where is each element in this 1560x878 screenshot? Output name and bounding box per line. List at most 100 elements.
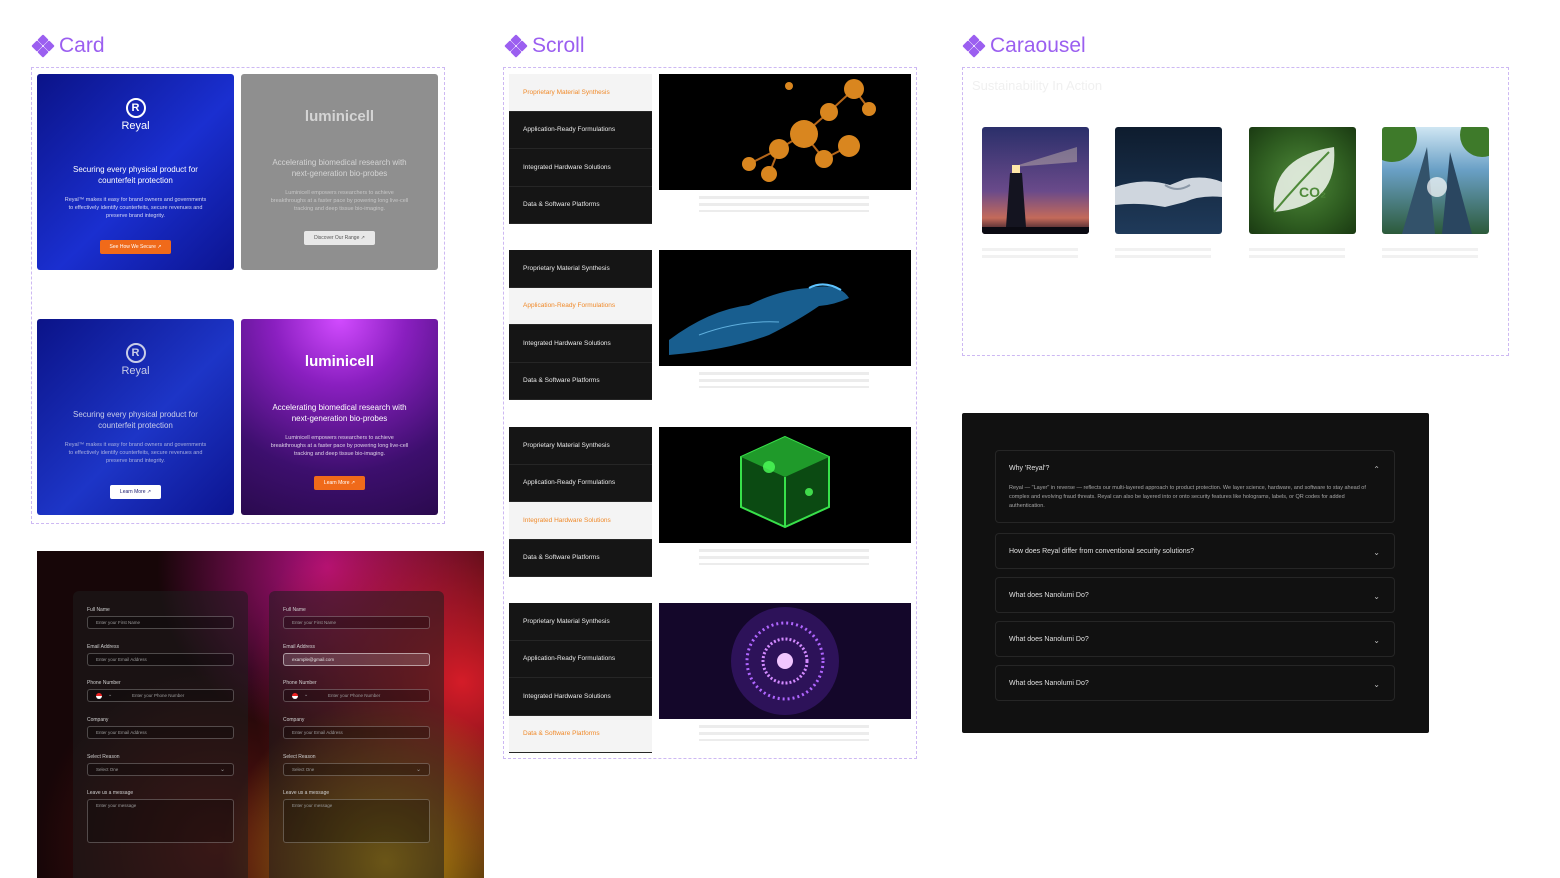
scroll-item-software[interactable]: Data & Software Platforms bbox=[509, 186, 652, 224]
scroll-item-formulations[interactable]: Application-Ready Formulations bbox=[509, 287, 652, 325]
scroll-item-formulations[interactable]: Application-Ready Formulations bbox=[509, 464, 652, 502]
chevron-down-icon: ⌄ bbox=[415, 767, 421, 773]
lighthouse-image[interactable] bbox=[982, 127, 1089, 234]
purple-orb-image bbox=[659, 603, 911, 719]
scroll-state-1: Proprietary Material Synthesis Applicati… bbox=[509, 74, 911, 224]
scroll-item-material-synthesis[interactable]: Proprietary Material Synthesis bbox=[509, 250, 652, 288]
caption-placeholder bbox=[1382, 248, 1478, 262]
discover-our-range-button[interactable]: Discover Our Range ↗ bbox=[304, 231, 375, 245]
faq-item-expanded[interactable]: Why 'Reyal'? ⌃ Reyal — "Layer" in revers… bbox=[995, 450, 1395, 523]
faq-question: How does Reyal differ from conventional … bbox=[1009, 548, 1195, 555]
reyal-logo-icon: R bbox=[125, 98, 146, 118]
card-headline: Securing every physical product for coun… bbox=[73, 410, 198, 430]
scroll-item-software[interactable]: Data & Software Platforms bbox=[509, 362, 652, 400]
faq-item[interactable]: What does Nanolumi Do? ⌄ bbox=[995, 621, 1395, 657]
reyal-card-inactive[interactable]: R Reyal Securing every physical product … bbox=[37, 319, 234, 515]
reyal-card-active[interactable]: R Reyal Securing every physical product … bbox=[37, 74, 234, 270]
chevron-down-icon: ⌄ bbox=[304, 692, 309, 698]
chevron-down-icon: ⌄ bbox=[108, 692, 113, 698]
carousel-section-title: Caraousel bbox=[962, 34, 1086, 58]
chevron-down-icon: ⌄ bbox=[219, 767, 225, 773]
skyscraper-trees-image[interactable] bbox=[1382, 127, 1489, 234]
reason-select[interactable]: Select One ⌄ bbox=[283, 763, 430, 776]
card-brand: luminicell bbox=[304, 353, 375, 370]
card-headline: Accelerating biomedical research with ne… bbox=[272, 403, 407, 423]
scroll-menu: Proprietary Material Synthesis Applicati… bbox=[509, 74, 652, 224]
scroll-item-hardware[interactable]: Integrated Hardware Solutions bbox=[509, 678, 652, 716]
card-headline: Securing every physical product for coun… bbox=[73, 165, 198, 185]
full-name-label: Full Name bbox=[87, 607, 110, 613]
email-label: Email Address bbox=[283, 644, 315, 650]
carousel-heading: Sustainability In Action bbox=[972, 78, 1103, 93]
reason-select[interactable]: Select One ⌄ bbox=[87, 763, 234, 776]
scroll-item-material-synthesis[interactable]: Proprietary Material Synthesis bbox=[509, 427, 652, 465]
scroll-menu: Proprietary Material Synthesis Applicati… bbox=[509, 250, 652, 400]
faq-accordion: Why 'Reyal'? ⌃ Reyal — "Layer" in revers… bbox=[962, 413, 1429, 733]
card-brand: Reyal bbox=[121, 120, 150, 132]
scroll-item-hardware[interactable]: Integrated Hardware Solutions bbox=[509, 325, 652, 363]
caption-placeholder bbox=[1115, 248, 1211, 262]
caption-placeholder bbox=[982, 248, 1078, 262]
company-label: Company bbox=[283, 717, 305, 723]
co2-leaf-image[interactable]: CO₂ bbox=[1249, 127, 1356, 234]
phone-input[interactable]: ⌄ Enter your Phone Number bbox=[283, 689, 430, 702]
reyal-logo-icon: R bbox=[125, 343, 146, 363]
see-how-we-secure-button[interactable]: See How We Secure ↗ bbox=[99, 240, 172, 254]
caption-placeholder bbox=[699, 549, 869, 565]
phone-input[interactable]: ⌄ Enter your Phone Number bbox=[87, 689, 234, 702]
learn-more-button[interactable]: Learn More ↗ bbox=[313, 476, 366, 490]
digital-hand-image bbox=[659, 250, 911, 366]
company-input[interactable]: Enter your Email Address bbox=[283, 726, 430, 739]
caption-placeholder bbox=[1249, 248, 1345, 262]
email-input[interactable]: Enter your Email Address bbox=[87, 653, 234, 666]
email-input-filled[interactable]: example@gmail.com bbox=[283, 653, 430, 666]
message-label: Leave us a message bbox=[283, 790, 330, 796]
reason-label: Select Reason bbox=[87, 754, 120, 760]
caption-placeholder bbox=[699, 196, 869, 212]
card-brand: Reyal bbox=[121, 365, 150, 377]
scroll-item-software[interactable]: Data & Software Platforms bbox=[509, 715, 652, 753]
handshake-image[interactable] bbox=[1115, 127, 1222, 234]
chevron-down-icon: ⌄ bbox=[1373, 680, 1380, 689]
message-textarea[interactable]: Enter your message bbox=[87, 799, 234, 843]
scroll-item-formulations[interactable]: Application-Ready Formulations bbox=[509, 111, 652, 149]
reason-label: Select Reason bbox=[283, 754, 316, 760]
molecule-image bbox=[659, 74, 911, 190]
phone-label: Phone Number bbox=[87, 680, 121, 686]
svg-text:CO₂: CO₂ bbox=[1299, 184, 1326, 200]
contact-form-preview: Full Name Enter your First Name Email Ad… bbox=[37, 551, 484, 878]
learn-more-button[interactable]: Learn More ↗ bbox=[109, 485, 162, 499]
caption-placeholder bbox=[699, 725, 869, 741]
scroll-item-software[interactable]: Data & Software Platforms bbox=[509, 539, 652, 577]
caption-placeholder bbox=[699, 372, 869, 388]
flag-icon bbox=[96, 693, 102, 699]
email-label: Email Address bbox=[87, 644, 119, 650]
company-input[interactable]: Enter your Email Address bbox=[87, 726, 234, 739]
message-textarea[interactable]: Enter your message bbox=[283, 799, 430, 843]
scroll-item-material-synthesis[interactable]: Proprietary Material Synthesis bbox=[509, 603, 652, 641]
faq-item[interactable]: What does Nanolumi Do? ⌄ bbox=[995, 665, 1395, 701]
faq-question: What does Nanolumi Do? bbox=[1009, 636, 1089, 643]
luminicell-card-active[interactable]: luminicell Accelerating biomedical resea… bbox=[241, 319, 438, 515]
faq-question: What does Nanolumi Do? bbox=[1009, 680, 1089, 687]
company-label: Company bbox=[87, 717, 109, 723]
full-name-input[interactable]: Enter your First Name bbox=[283, 616, 430, 629]
scroll-state-4: Proprietary Material Synthesis Applicati… bbox=[509, 603, 911, 753]
green-cube-image bbox=[659, 427, 911, 543]
chevron-down-icon: ⌄ bbox=[1373, 592, 1380, 601]
scroll-state-2: Proprietary Material Synthesis Applicati… bbox=[509, 250, 911, 400]
scroll-item-formulations[interactable]: Application-Ready Formulations bbox=[509, 640, 652, 678]
scroll-item-hardware[interactable]: Integrated Hardware Solutions bbox=[509, 502, 652, 540]
flag-icon bbox=[292, 693, 298, 699]
contact-form-filled: Full Name Enter your First Name Email Ad… bbox=[269, 591, 444, 878]
card-body: Reyal™ makes it easy for brand owners an… bbox=[64, 442, 207, 464]
faq-item[interactable]: What does Nanolumi Do? ⌄ bbox=[995, 577, 1395, 613]
faq-item[interactable]: How does Reyal differ from conventional … bbox=[995, 533, 1395, 569]
message-label: Leave us a message bbox=[87, 790, 134, 796]
scroll-item-hardware[interactable]: Integrated Hardware Solutions bbox=[509, 149, 652, 187]
luminicell-card-inactive[interactable]: luminicell Accelerating biomedical resea… bbox=[241, 74, 438, 270]
card-section-title: Card bbox=[31, 34, 105, 58]
scroll-item-material-synthesis[interactable]: Proprietary Material Synthesis bbox=[509, 74, 652, 112]
full-name-input[interactable]: Enter your First Name bbox=[87, 616, 234, 629]
scroll-state-3: Proprietary Material Synthesis Applicati… bbox=[509, 427, 911, 577]
